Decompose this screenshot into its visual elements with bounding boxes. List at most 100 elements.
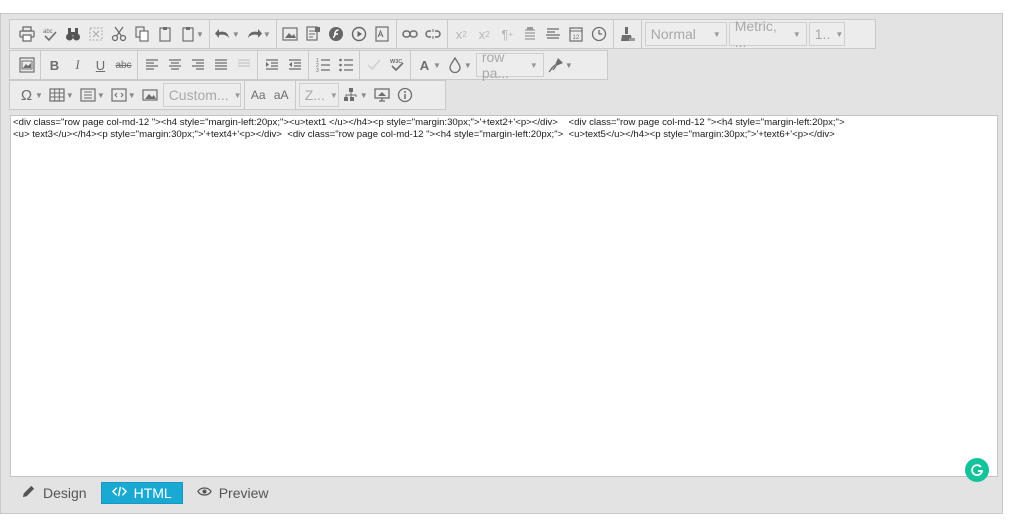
- table-dropdown-icon[interactable]: ▼: [66, 91, 74, 100]
- find-binoculars-icon[interactable]: [61, 22, 84, 46]
- toolbar-group-case: Aa aA: [245, 81, 296, 109]
- toolbar-group-dropdowns: Normal ▼ Metric, ... ▼ 1.. ▼: [642, 18, 848, 50]
- svg-text:abc: abc: [43, 29, 53, 35]
- subscript-icon[interactable]: x2: [473, 22, 496, 46]
- form-list-dropdown-icon[interactable]: ▼: [97, 91, 105, 100]
- design-mode-label: Design: [43, 485, 87, 501]
- toolbar-group-indent: [258, 51, 309, 79]
- image-icon[interactable]: [279, 22, 302, 46]
- toolbar-group-colors: A ▼ ▼ row pa... ▼ ▼: [411, 49, 578, 81]
- media-play-icon[interactable]: [348, 22, 371, 46]
- toolbar-group-tables: Ω ▼ ▼ ▼ ▼ Custom... ▼: [13, 81, 245, 109]
- align-center-icon[interactable]: [163, 53, 186, 77]
- indent-icon[interactable]: [260, 53, 283, 77]
- info-icon[interactable]: [394, 83, 417, 107]
- image-gallery-icon[interactable]: [139, 83, 162, 107]
- zoom-value: Z...: [304, 87, 325, 103]
- toolbar-group-link: [397, 20, 448, 48]
- toolbar-group-formatting: x2 x2 ¶ + 12: [448, 20, 614, 48]
- flash-icon[interactable]: [325, 22, 348, 46]
- chevron-down-icon: ▼: [792, 29, 801, 39]
- svg-text:W3C: W3C: [390, 59, 402, 65]
- pencil-icon: [21, 484, 36, 502]
- zoom-dropdown[interactable]: Z... ▼: [298, 83, 339, 107]
- insert-paragraph-icon[interactable]: [519, 22, 542, 46]
- toolbar-group-document: abc ▼: [13, 20, 210, 48]
- insert-document-icon[interactable]: [302, 22, 325, 46]
- lowercase-button[interactable]: Aa: [247, 83, 270, 107]
- font-color-dropdown-icon[interactable]: ▼: [433, 61, 441, 70]
- toolbar-row-1: abc ▼ ▼ ▼ x2 x2 ¶ + 12 Normal ▼ Metric, …: [9, 18, 876, 50]
- grammarly-icon[interactable]: [965, 458, 989, 482]
- chevron-down-icon: ▼: [712, 29, 721, 39]
- chevron-down-icon: ▼: [233, 90, 242, 100]
- special-character-dropdown-icon[interactable]: ▼: [35, 91, 43, 100]
- underline-button[interactable]: U: [89, 53, 112, 77]
- undo-dropdown-icon[interactable]: ▼: [232, 30, 240, 39]
- strikethrough-button[interactable]: abc: [112, 53, 135, 77]
- check-icon[interactable]: [362, 53, 385, 77]
- toolbar-group-image: [13, 51, 41, 79]
- rich-text-editor: abc ▼ ▼ ▼ x2 x2 ¶ + 12 Normal ▼ Metric, …: [0, 13, 1003, 514]
- toolbar-row-3: Ω ▼ ▼ ▼ ▼ Custom... ▼ Aa aA Z... ▼ ▼: [9, 80, 446, 110]
- unlink-icon[interactable]: [422, 22, 445, 46]
- link-icon[interactable]: [399, 22, 422, 46]
- css-class-value: row pa...: [481, 49, 510, 81]
- outdent-icon[interactable]: [283, 53, 306, 77]
- uppercase-button[interactable]: aA: [270, 83, 293, 107]
- svg-text:3: 3: [316, 68, 319, 73]
- html-mode-label: HTML: [133, 485, 172, 501]
- code-snippet-dropdown-icon[interactable]: ▼: [128, 91, 136, 100]
- calendar-date-icon[interactable]: 12: [565, 22, 588, 46]
- paragraph-mark-icon[interactable]: ¶ +: [496, 22, 519, 46]
- align-justify-icon[interactable]: [209, 53, 232, 77]
- eye-icon: [196, 484, 212, 502]
- font-family-value: Metric, ...: [734, 18, 777, 50]
- copy-icon[interactable]: [130, 22, 153, 46]
- font-family-dropdown[interactable]: Metric, ... ▼: [728, 18, 807, 50]
- design-mode-button[interactable]: Design: [11, 482, 97, 504]
- redo-dropdown-icon[interactable]: ▼: [263, 30, 271, 39]
- paragraph-style-dropdown[interactable]: Custom... ▼: [162, 83, 242, 107]
- time-clock-icon[interactable]: [588, 22, 611, 46]
- css-class-dropdown[interactable]: row pa... ▼: [475, 49, 544, 81]
- align-none-icon[interactable]: [232, 53, 255, 77]
- toolbar-group-align: [138, 51, 258, 79]
- toolbar-group-history: ▼ ▼: [210, 20, 277, 48]
- toolbar-group-clean: [614, 20, 642, 48]
- align-right-icon[interactable]: [186, 53, 209, 77]
- editor-mode-bar: Design HTML Preview: [11, 481, 283, 505]
- w3c-validate-icon[interactable]: W3C: [385, 53, 408, 77]
- image-properties-icon[interactable]: [15, 53, 38, 77]
- background-color-dropdown-icon[interactable]: ▼: [464, 61, 472, 70]
- preview-mode-button[interactable]: Preview: [187, 482, 279, 504]
- bold-button[interactable]: B: [43, 53, 66, 77]
- paste-icon[interactable]: [153, 22, 176, 46]
- bulleted-list-icon[interactable]: [334, 53, 357, 77]
- sitemap-dropdown-icon[interactable]: ▼: [360, 91, 368, 100]
- font-size-dropdown[interactable]: 1.. ▼: [808, 22, 845, 46]
- clean-format-brush-icon[interactable]: [616, 22, 639, 46]
- preview-monitor-icon[interactable]: [371, 83, 394, 107]
- chevron-down-icon: ▼: [529, 60, 538, 70]
- align-left-icon[interactable]: [140, 53, 163, 77]
- font-size-value: 1..: [814, 26, 831, 42]
- cut-icon[interactable]: [107, 22, 130, 46]
- toolbar-group-validate: W3C: [360, 51, 411, 79]
- paragraph-format-value: Normal: [650, 26, 696, 42]
- print-icon[interactable]: [15, 22, 38, 46]
- paste-dropdown-icon[interactable]: ▼: [196, 30, 204, 39]
- superscript-icon[interactable]: x2: [450, 22, 473, 46]
- numbered-list-icon[interactable]: 123: [311, 53, 334, 77]
- format-painter-dropdown-icon[interactable]: ▼: [565, 61, 573, 70]
- html-source-textarea[interactable]: <div class="row page col-md-12 "><h4 sty…: [10, 115, 998, 477]
- html-mode-button[interactable]: HTML: [100, 482, 183, 504]
- italic-button[interactable]: I: [66, 53, 89, 77]
- select-all-icon[interactable]: [84, 22, 107, 46]
- paragraph-format-dropdown[interactable]: Normal ▼: [644, 22, 727, 46]
- horizontal-line-icon[interactable]: [542, 22, 565, 46]
- toolbar-group-lists: 123: [309, 51, 360, 79]
- paragraph-style-value: Custom...: [168, 87, 229, 103]
- spellcheck-icon[interactable]: abc: [38, 22, 61, 46]
- template-icon[interactable]: [371, 22, 394, 46]
